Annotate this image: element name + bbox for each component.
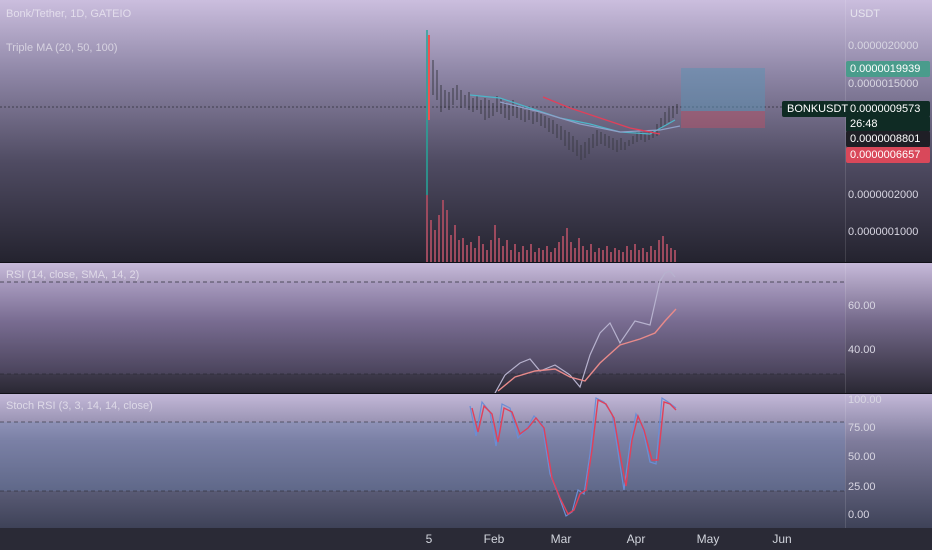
candles-group <box>432 60 678 160</box>
stop-zone <box>681 111 765 128</box>
price-label-4: 0.0000001000 <box>848 226 919 238</box>
time-label-jun: Jun <box>772 532 792 546</box>
stoch-label-100: 100.00 <box>848 394 882 406</box>
stop-price-tag: 0.0000006657 <box>846 147 930 163</box>
last-price-tag: 0.0000009573 <box>846 101 930 117</box>
price-label-3: 0.0000002000 <box>848 189 919 201</box>
price-label-1: 0.0000020000 <box>848 40 919 52</box>
ma-value-tag: 0.0000008801 <box>846 131 930 147</box>
volume-bars <box>426 195 676 262</box>
time-label-mar: Mar <box>550 532 572 546</box>
stoch-label-0: 0.00 <box>848 509 870 521</box>
target-price-tag: 0.0000019939 <box>846 61 930 77</box>
stoch-scale[interactable]: 100.00 75.00 50.00 25.00 0.00 <box>845 394 932 528</box>
countdown-tag: 26:48 <box>846 116 930 132</box>
time-label-may: May <box>696 532 720 546</box>
price-label-2: 0.0000015000 <box>848 78 919 90</box>
rsi-band <box>0 282 845 374</box>
main-price-pane[interactable]: Bonk/Tether, 1D, GATEIO Triple MA (20, 5… <box>0 0 932 262</box>
ma-legend[interactable]: Triple MA (20, 50, 100) <box>6 42 117 54</box>
time-label-feb: Feb <box>483 532 505 546</box>
rsi-legend[interactable]: RSI (14, close, SMA, 14, 2) <box>6 269 139 281</box>
rsi-scale[interactable]: 60.00 40.00 <box>845 263 932 393</box>
stoch-chart-svg <box>0 396 845 517</box>
stoch-label-25: 25.00 <box>848 481 876 493</box>
stoch-label-50: 50.00 <box>848 451 876 463</box>
stoch-legend[interactable]: Stoch RSI (3, 3, 14, 14, close) <box>6 400 153 412</box>
time-label-apr: Apr <box>626 532 646 546</box>
symbol-legend[interactable]: Bonk/Tether, 1D, GATEIO <box>6 8 131 20</box>
time-axis[interactable]: 5 Feb Mar Apr May Jun <box>0 528 932 550</box>
price-chart-svg <box>0 30 845 262</box>
target-zone <box>681 68 765 111</box>
rsi-label-40: 40.00 <box>848 344 876 356</box>
symbol-tag: BONKUSDT <box>782 101 848 117</box>
time-label-5: 5 <box>425 532 433 546</box>
stoch-rsi-pane[interactable]: Stoch RSI (3, 3, 14, 14, close) 100.00 7… <box>0 394 932 528</box>
currency-unit[interactable]: USDT <box>850 8 880 20</box>
rsi-label-60: 60.00 <box>848 300 876 312</box>
rsi-chart-svg <box>0 270 845 393</box>
stoch-band <box>0 422 845 491</box>
rsi-pane[interactable]: RSI (14, close, SMA, 14, 2) 60.00 40.00 <box>0 263 932 393</box>
stoch-label-75: 75.00 <box>848 422 876 434</box>
